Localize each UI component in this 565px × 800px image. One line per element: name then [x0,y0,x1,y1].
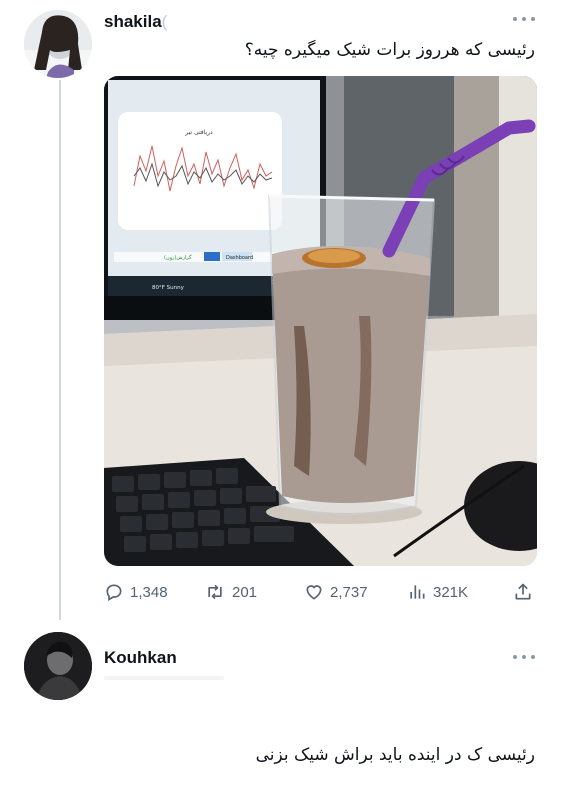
reply-count: 1,348 [130,583,168,601]
tweet-username[interactable]: shakila( [104,12,167,32]
dashboard-tab: Dashboard [226,255,253,261]
reply-text: رئیسی ک در اینده باید براش شیک بزنی [255,745,535,765]
taskbar-weather: 80°F Sunny [152,285,185,291]
reply-button[interactable]: 1,348 [104,580,168,604]
views-button[interactable]: 321K [407,580,468,604]
view-count: 321K [433,583,469,601]
reply-avatar[interactable] [24,632,92,700]
avatar[interactable] [24,10,92,78]
share-button[interactable] [513,580,533,604]
chart-title: دریافتی تیر [184,129,213,136]
blurred-handle [104,676,224,680]
views-icon [410,585,425,599]
reply-more-options-icon[interactable] [513,653,535,661]
username-text: shakila [104,12,162,31]
tweet-text: رئیسی که هرروز برات شیک میگیره چیه؟ [244,40,535,60]
reply-icon [106,584,122,601]
share-icon [515,583,531,600]
reply-username[interactable]: Kouhkan [104,648,177,668]
tweet-action-bar: 1,348 201 2,737 321K [104,580,537,604]
thread-connector-line [59,80,61,620]
report-tab: گزارش(زون) [164,254,192,261]
avatar-photo [24,10,92,78]
tweet-media-image[interactable]: دریافتی تیر Dashboard گزارش(زون) 80°F Su… [104,76,537,566]
retweet-icon [208,584,222,600]
like-button[interactable]: 2,737 [304,580,368,604]
like-count: 2,737 [330,583,368,601]
office-milkshake-photo: دریافتی تیر Dashboard گزارش(زون) 80°F Su… [104,76,537,566]
retweet-count: 201 [232,583,258,601]
more-options-icon[interactable] [513,15,535,23]
username-tail: ( [161,12,168,31]
heart-icon [306,585,322,600]
retweet-button[interactable]: 201 [204,580,257,604]
reply-avatar-photo [24,632,92,700]
